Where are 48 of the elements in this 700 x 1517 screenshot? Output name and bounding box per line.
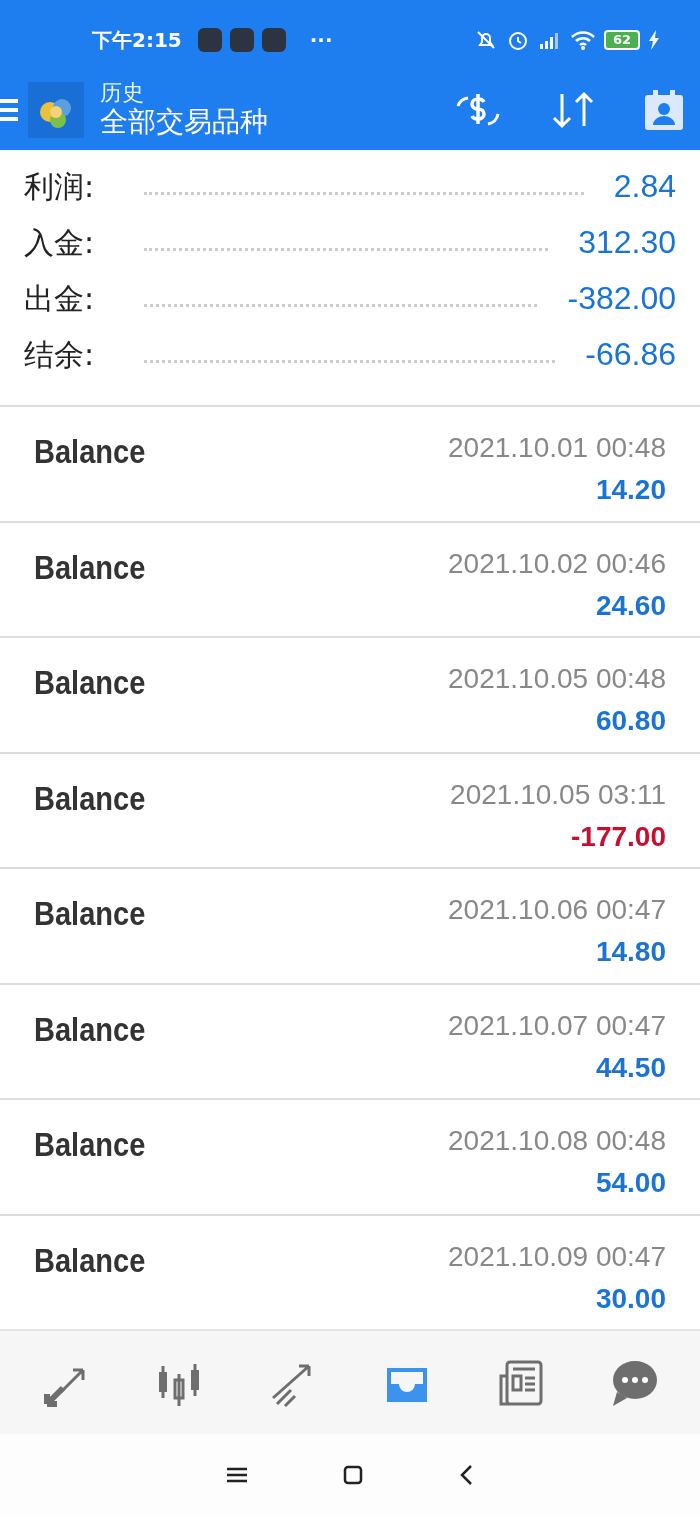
deal-amount: -177.00 [571, 819, 666, 854]
deal-amount: 44.50 [595, 1050, 666, 1085]
deal-amount: 14.80 [595, 935, 666, 969]
deal-type: Balance [34, 1125, 146, 1165]
deal-amount: 24.60 [595, 588, 666, 623]
summary-label: 出金: [24, 279, 95, 318]
deal-amount: 60.80 [595, 704, 666, 738]
app-logo-icon [28, 82, 84, 138]
deal-time: 2021.10.08 00:48 [448, 1124, 666, 1158]
summary-value: 2.84 [613, 167, 676, 206]
battery-indicator: 62 [604, 30, 640, 50]
back-icon[interactable] [459, 1464, 473, 1486]
header-title: 全部交易品种 [100, 105, 268, 139]
summary-label: 结余: [24, 335, 95, 374]
contact-icon[interactable] [644, 89, 684, 131]
deal-time: 2021.10.02 00:46 [448, 546, 666, 581]
deal-type: Balance [34, 778, 146, 819]
deal-time: 2021.10.01 00:48 [448, 431, 666, 465]
wifi-icon [570, 29, 596, 51]
deal-amount: 30.00 [595, 1281, 666, 1316]
charging-icon [648, 30, 660, 50]
deal-time: 2021.10.05 03:11 [450, 777, 666, 812]
deal-type: Balance [34, 894, 146, 934]
deal-time: 2021.10.05 00:48 [448, 662, 666, 696]
notification-icon [197, 28, 222, 52]
deal-type: Balance [34, 663, 146, 703]
deal-type: Balance [34, 1240, 146, 1281]
deal-type: Balance [34, 1009, 146, 1050]
deal-time: 2021.10.06 00:47 [448, 893, 666, 927]
recent-apps-icon[interactable] [227, 1467, 247, 1483]
more-notifications: ··· [309, 27, 333, 54]
deal-type: Balance [34, 547, 146, 588]
summary-value: 312.30 [578, 223, 676, 262]
header-subtitle: 历史 [100, 81, 145, 106]
deal-amount: 14.20 [595, 473, 666, 507]
summary-value: -382.00 [567, 279, 676, 318]
summary-label: 利润: [24, 167, 95, 206]
deal-type: Balance [34, 432, 146, 472]
home-icon[interactable] [343, 1465, 363, 1485]
deal-time: 2021.10.07 00:47 [448, 1008, 666, 1043]
notification-icon [261, 28, 286, 52]
deal-time: 2021.10.09 00:47 [448, 1239, 666, 1274]
deal-amount: 54.00 [595, 1166, 666, 1200]
status-time: 下午2:15 [92, 27, 182, 54]
summary-label: 入金: [24, 223, 95, 262]
notification-icon [229, 28, 254, 52]
summary-value: -66.86 [585, 335, 676, 374]
sort-icon[interactable] [550, 90, 596, 130]
